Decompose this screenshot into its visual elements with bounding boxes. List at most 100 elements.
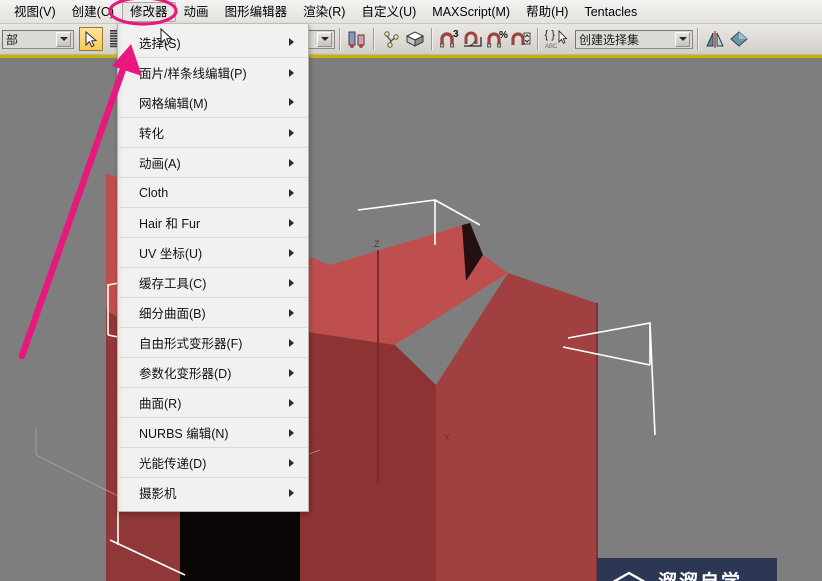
material-editor-icon — [730, 31, 748, 47]
toolbar-separator — [339, 28, 341, 50]
menu-item-customize[interactable]: 自定义(U) — [353, 2, 424, 22]
dropdown-item-uv-coordinates[interactable]: UV 坐标(U) — [118, 237, 308, 267]
spinner-snap-icon — [511, 32, 531, 45]
watermark-title: 溜溜自学 — [658, 572, 754, 581]
dropdown-item-conversion[interactable]: 转化 — [118, 117, 308, 147]
menu-item-graph-editors[interactable]: 图形编辑器 — [217, 2, 296, 22]
submenu-arrow-icon — [289, 188, 294, 197]
dropdown-item-surface[interactable]: 曲面(R) — [118, 387, 308, 417]
chevron-down-icon[interactable] — [56, 31, 71, 47]
svg-text:3: 3 — [453, 29, 459, 40]
svg-text:%: % — [499, 30, 508, 41]
mirror-geometry-icon — [706, 31, 724, 48]
svg-text:ABC: ABC — [545, 44, 558, 50]
dropdown-item-subdivision-surfaces[interactable]: 细分曲面(B) — [118, 297, 308, 327]
schematic-view-button[interactable] — [403, 27, 427, 51]
abc-select-icon: { } ABC — [545, 29, 568, 50]
angle-snap-icon — [464, 31, 482, 47]
dropdown-item-label: 缓存工具(C) — [139, 277, 207, 291]
layer-icon — [384, 31, 399, 48]
dropdown-item-free-form-deformers[interactable]: 自由形式变形器(F) — [118, 327, 308, 357]
named-selection-sets-value: 创建选择集 — [579, 32, 640, 47]
mouse-cursor — [160, 28, 173, 46]
submenu-arrow-icon — [289, 98, 294, 106]
submenu-arrow-icon — [289, 428, 294, 437]
dropdown-item-label: Cloth — [139, 185, 169, 200]
menu-item-animation[interactable]: 动画 — [176, 2, 217, 22]
select-object-button[interactable] — [79, 27, 103, 51]
submenu-arrow-icon — [289, 128, 294, 137]
menu-item-tentacles[interactable]: Tentacles — [576, 2, 645, 22]
model-center-column — [300, 331, 436, 581]
toolbar-separator — [431, 28, 433, 50]
submenu-arrow-icon — [289, 488, 294, 497]
spinner-snap-button[interactable] — [509, 27, 533, 51]
dropdown-item-radiosity[interactable]: 光能传递(D) — [118, 447, 308, 477]
dropdown-item-label: 摄影机 — [139, 487, 177, 501]
submenu-arrow-icon — [289, 68, 294, 77]
align-button[interactable] — [345, 27, 369, 51]
watermark-logo: 溜溜自学 ZIXUE.3D66.COM — [597, 558, 777, 581]
menu-bar[interactable]: 视图(V) 创建(C) 修改器 动画 图形编辑器 渲染(R) 自定义(U) MA… — [0, 0, 822, 24]
dropdown-item-cameras[interactable]: 摄影机 — [118, 477, 308, 507]
dropdown-item-label: Hair 和 Fur — [139, 217, 201, 231]
dropdown-item-cloth[interactable]: Cloth — [118, 177, 308, 207]
toolbar-separator — [537, 28, 539, 50]
submenu-arrow-icon — [289, 368, 294, 377]
snap-3-icon: 3 — [440, 29, 459, 48]
toolbar-separator — [697, 28, 699, 50]
angle-snap-button[interactable] — [461, 27, 485, 51]
dropdown-item-select[interactable]: 选择(S) — [118, 27, 308, 57]
svg-text:Z: Z — [374, 239, 380, 249]
mirror-button[interactable] — [703, 27, 727, 51]
dropdown-item-patch-spline-editing[interactable]: 面片/样条线编辑(P) — [118, 57, 308, 87]
dropdown-item-nurbs-editing[interactable]: NURBS 编辑(N) — [118, 417, 308, 447]
menu-item-rendering[interactable]: 渲染(R) — [295, 2, 353, 22]
dropdown-item-label: 面片/样条线编辑(P) — [139, 67, 247, 81]
layer-manager-button[interactable] — [379, 27, 403, 51]
dropdown-item-label: 网格编辑(M) — [139, 96, 208, 111]
chevron-down-icon[interactable] — [675, 31, 690, 47]
dropdown-item-label: 参数化变形器(D) — [139, 367, 232, 381]
svg-text:X: X — [444, 433, 450, 443]
menu-item-help[interactable]: 帮助(H) — [518, 2, 576, 22]
named-selection-sets-combo[interactable]: 创建选择集 — [575, 29, 693, 49]
dropdown-item-label: 曲面(R) — [139, 397, 182, 411]
menu-item-view[interactable]: 视图(V) — [6, 2, 64, 22]
dropdown-item-hair-and-fur[interactable]: Hair 和 Fur — [118, 207, 308, 237]
menu-item-create[interactable]: 创建(C) — [64, 2, 122, 22]
modifiers-dropdown-menu[interactable]: 选择(S) 面片/样条线编辑(P) 网格编辑(M) 转化 动画(A) Cloth… — [117, 24, 309, 512]
menu-item-modifiers[interactable]: 修改器 — [122, 1, 176, 22]
named-selection-button[interactable]: { } ABC — [543, 27, 571, 51]
dropdown-item-label: 转化 — [139, 127, 165, 141]
dropdown-item-label: UV 坐标(U) — [139, 247, 203, 261]
submenu-arrow-icon — [289, 338, 294, 347]
application-window: Z X Y 溜溜自学 ZIXUE.3D66.COM 部 — [0, 0, 822, 581]
submenu-arrow-icon — [289, 158, 294, 167]
dropdown-item-label: 自由形式变形器(F) — [139, 337, 243, 351]
dropdown-item-animation[interactable]: 动画(A) — [118, 147, 308, 177]
selection-filter-combo[interactable]: 部 — [2, 29, 74, 49]
play-triangle-icon — [612, 571, 646, 581]
selection-filter-value: 部 — [6, 32, 19, 47]
toolbar-separator — [373, 28, 375, 50]
dropdown-item-label: NURBS 编辑(N) — [139, 427, 229, 441]
material-editor-button[interactable] — [727, 27, 751, 51]
svg-text:{ }: { } — [545, 29, 556, 41]
submenu-arrow-icon — [289, 278, 294, 287]
submenu-arrow-icon — [289, 398, 294, 407]
chevron-down-icon[interactable] — [317, 31, 332, 47]
submenu-arrow-icon — [289, 248, 294, 257]
submenu-arrow-icon — [289, 308, 294, 317]
percent-snap-button[interactable]: % — [485, 27, 509, 51]
dropdown-item-label: 光能传递(D) — [139, 457, 207, 471]
snap-toggle-button[interactable]: 3 — [437, 27, 461, 51]
dropdown-item-parametric-deformers[interactable]: 参数化变形器(D) — [118, 357, 308, 387]
submenu-arrow-icon — [289, 218, 294, 227]
dropdown-item-cache-tools[interactable]: 缓存工具(C) — [118, 267, 308, 297]
align-icon — [348, 31, 365, 48]
dropdown-item-mesh-editing[interactable]: 网格编辑(M) — [118, 87, 308, 117]
menu-item-maxscript[interactable]: MAXScript(M) — [424, 2, 518, 22]
cube-icon — [405, 31, 425, 47]
model-right-edge — [596, 303, 598, 581]
